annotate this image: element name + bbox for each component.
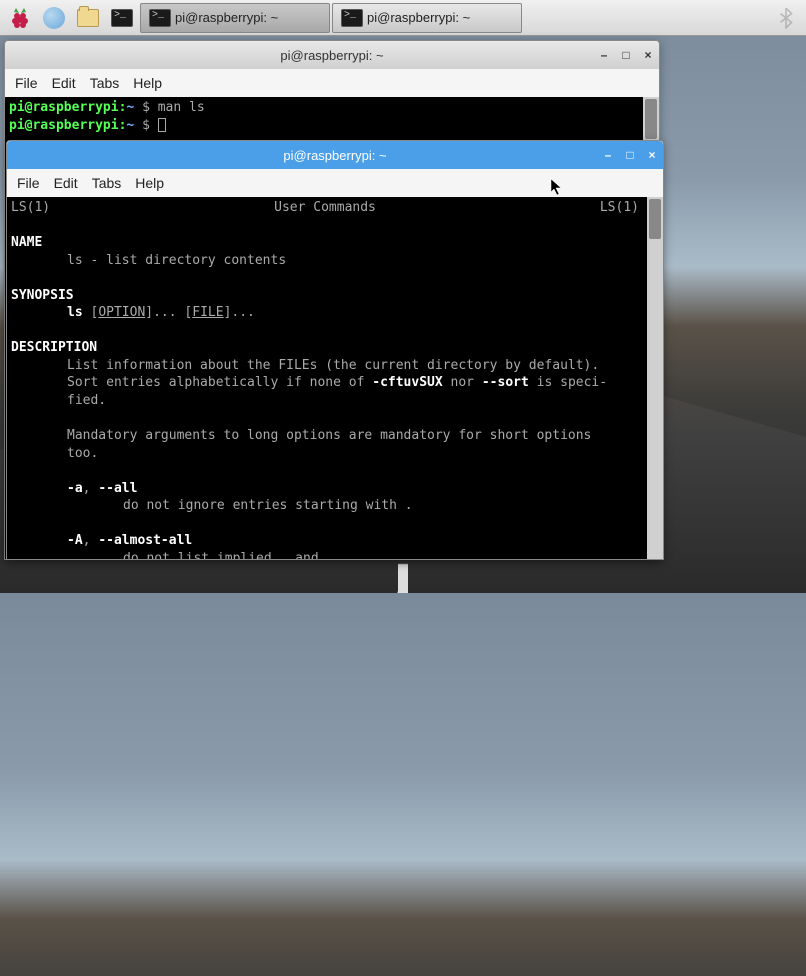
menu-tabs[interactable]: Tabs: [90, 75, 120, 91]
prompt-symbol: $: [142, 118, 150, 133]
prompt-path: ~: [126, 100, 134, 115]
prompt-path: ~: [126, 118, 134, 133]
bluetooth-icon: [777, 7, 795, 29]
window-title: pi@raspberrypi: ~: [280, 48, 383, 63]
menu-file[interactable]: File: [17, 175, 40, 191]
terminal-content[interactable]: LS(1) User Commands LS(1) NAME ls - list…: [7, 197, 663, 559]
scrollbar-thumb[interactable]: [645, 99, 657, 139]
man-section-synopsis: SYNOPSIS: [11, 287, 659, 305]
scrollbar-thumb[interactable]: [649, 199, 661, 239]
window-titlebar[interactable]: pi@raspberrypi: ~ – □ ×: [5, 41, 659, 69]
terminal-icon: [111, 9, 133, 27]
menubar: File Edit Tabs Help: [5, 69, 659, 97]
prompt-user: pi@raspberrypi: [9, 100, 119, 115]
bluetooth-button[interactable]: [770, 3, 802, 33]
man-section-description: DESCRIPTION: [11, 339, 659, 357]
man-header-right: LS(1): [600, 199, 639, 217]
menu-help[interactable]: Help: [135, 175, 164, 191]
man-name-line: ls - list directory contents: [11, 252, 659, 270]
menu-edit[interactable]: Edit: [54, 175, 78, 191]
close-button[interactable]: ×: [645, 148, 659, 162]
globe-icon: [43, 7, 65, 29]
terminal-icon: [149, 9, 171, 27]
task-label: pi@raspberrypi: ~: [367, 10, 470, 25]
maximize-button[interactable]: □: [623, 148, 637, 162]
folder-icon: [77, 9, 99, 27]
menubar: File Edit Tabs Help: [7, 169, 663, 197]
task-label: pi@raspberrypi: ~: [175, 10, 278, 25]
browser-button[interactable]: [38, 3, 70, 33]
taskbar-task-2[interactable]: pi@raspberrypi: ~: [332, 3, 522, 33]
prompt-user: pi@raspberrypi: [9, 118, 119, 133]
scrollbar[interactable]: [647, 197, 663, 559]
man-section-name: NAME: [11, 234, 659, 252]
terminal-window-2[interactable]: pi@raspberrypi: ~ – □ × File Edit Tabs H…: [6, 140, 664, 560]
raspberry-icon: [8, 6, 32, 30]
prompt-symbol: $: [142, 100, 150, 115]
close-button[interactable]: ×: [641, 48, 655, 62]
command-text: man ls: [158, 100, 205, 115]
man-header-center: User Commands: [274, 199, 376, 217]
menu-button[interactable]: [4, 3, 36, 33]
menu-edit[interactable]: Edit: [52, 75, 76, 91]
window-titlebar[interactable]: pi@raspberrypi: ~ – □ ×: [7, 141, 663, 169]
maximize-button[interactable]: □: [619, 48, 633, 62]
menu-tabs[interactable]: Tabs: [92, 175, 122, 191]
man-header-left: LS(1): [11, 199, 50, 217]
minimize-button[interactable]: –: [601, 148, 615, 162]
filemanager-button[interactable]: [72, 3, 104, 33]
taskbar: pi@raspberrypi: ~ pi@raspberrypi: ~: [0, 0, 806, 36]
taskbar-task-1[interactable]: pi@raspberrypi: ~: [140, 3, 330, 33]
cursor: [158, 118, 166, 132]
terminal-launcher-button[interactable]: [106, 3, 138, 33]
window-title: pi@raspberrypi: ~: [283, 148, 386, 163]
terminal-icon: [341, 9, 363, 27]
menu-file[interactable]: File: [15, 75, 38, 91]
minimize-button[interactable]: –: [597, 48, 611, 62]
menu-help[interactable]: Help: [133, 75, 162, 91]
